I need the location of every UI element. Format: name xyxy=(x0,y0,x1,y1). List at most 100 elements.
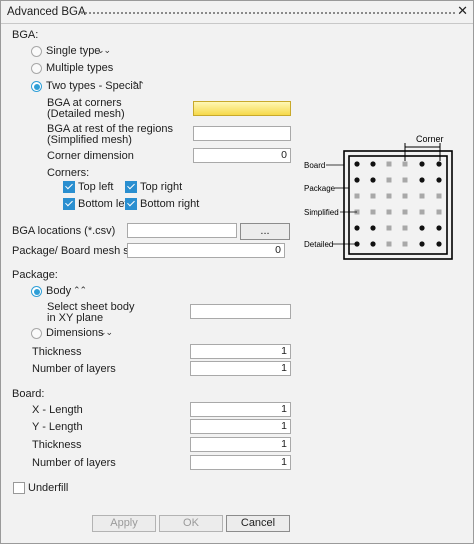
advanced-bga-dialog: Advanced BGA ✕ BGA: Single type ⌄⌄ Multi… xyxy=(0,0,474,544)
detailed-ball xyxy=(436,241,442,247)
ok-button[interactable]: OK xyxy=(159,515,223,532)
bga-locations-label: BGA locations (*.csv) xyxy=(12,225,116,237)
board-x-length-label: X - Length xyxy=(32,404,83,416)
detailed-ball xyxy=(370,225,376,231)
diagram-corner-label: Corner xyxy=(416,134,444,144)
cancel-button[interactable]: Cancel xyxy=(226,515,290,532)
mesh-size-label: Package/ Board mesh size xyxy=(12,245,143,257)
bottom-left-label: Bottom left xyxy=(78,198,131,210)
board-layers-input[interactable]: 1 xyxy=(190,455,291,470)
top-left-checkbox[interactable] xyxy=(63,181,75,193)
single-type-radio[interactable] xyxy=(31,46,42,57)
simplified-ball xyxy=(436,209,442,215)
simplified-ball xyxy=(402,161,408,167)
board-thickness-label: Thickness xyxy=(32,439,82,451)
top-right-label: Top right xyxy=(140,181,183,193)
top-right-checkbox[interactable] xyxy=(125,181,137,193)
detailed-ball xyxy=(354,225,360,231)
package-thickness-label: Thickness xyxy=(32,346,82,358)
diagram-package-label: Package xyxy=(304,184,336,193)
board-layers-label: Number of layers xyxy=(32,457,116,469)
board-section-label: Board: xyxy=(12,388,45,400)
underfill-checkbox[interactable] xyxy=(13,482,25,494)
body-radio[interactable] xyxy=(31,286,42,297)
detailed-ball xyxy=(436,161,442,167)
board-y-length-label: Y - Length xyxy=(32,421,83,433)
board-outline xyxy=(343,150,453,260)
simplified-ball xyxy=(419,193,425,199)
corner-dimension-label: Corner dimension xyxy=(47,150,134,162)
simplified-ball xyxy=(402,177,408,183)
single-type-label: Single type xyxy=(46,45,101,57)
simplified-ball xyxy=(386,241,392,247)
browse-button[interactable]: ... xyxy=(240,223,290,240)
detailed-ball xyxy=(370,161,376,167)
simplified-ball xyxy=(436,193,442,199)
package-layers-label: Number of layers xyxy=(32,363,116,375)
package-layers-input[interactable]: 1 xyxy=(190,361,291,376)
diagram-board-label: Board xyxy=(304,161,325,170)
corner-dimension-input[interactable]: 0 xyxy=(193,148,291,163)
simplified-ball xyxy=(402,241,408,247)
bga-corners-sublabel: (Detailed mesh) xyxy=(47,108,125,120)
detailed-ball xyxy=(436,225,442,231)
close-icon[interactable]: ✕ xyxy=(457,3,468,19)
bga-rest-selector[interactable] xyxy=(193,126,291,141)
simplified-ball xyxy=(386,193,392,199)
bga-diagram: Corner Board Package Simplified Detailed xyxy=(304,134,453,260)
multiple-types-label: Multiple types xyxy=(46,62,114,74)
simplified-ball xyxy=(370,193,376,199)
select-sheet-body-sublabel: in XY plane xyxy=(47,312,104,324)
ball-grid xyxy=(354,161,442,247)
simplified-ball xyxy=(402,193,408,199)
package-thickness-input[interactable]: 1 xyxy=(190,344,291,359)
bottom-right-checkbox[interactable] xyxy=(125,198,137,210)
detailed-ball xyxy=(419,177,425,183)
body-label: Body xyxy=(46,285,72,297)
title-bar[interactable]: Advanced BGA ✕ xyxy=(1,1,473,24)
apply-button[interactable]: Apply xyxy=(92,515,156,532)
dialog-title: Advanced BGA xyxy=(7,6,86,18)
sheet-body-selector[interactable] xyxy=(190,304,291,319)
board-x-length-input[interactable]: 1 xyxy=(190,402,291,417)
detailed-ball xyxy=(436,177,442,183)
dimensions-label: Dimensions xyxy=(46,327,104,339)
title-bar-grip xyxy=(81,12,455,14)
bga-section-label: BGA: xyxy=(12,29,39,41)
simplified-ball xyxy=(354,193,360,199)
two-types-radio[interactable] xyxy=(31,81,42,92)
mesh-size-input[interactable]: 0 xyxy=(127,243,285,258)
simplified-ball xyxy=(402,209,408,215)
dimensions-radio[interactable] xyxy=(31,328,42,339)
chevron-up-icon[interactable]: ⌃⌃ xyxy=(131,80,145,91)
top-left-label: Top left xyxy=(78,181,114,193)
bottom-right-label: Bottom right xyxy=(140,198,200,210)
chevron-down-icon[interactable]: ⌄⌄ xyxy=(97,45,111,56)
board-y-length-input[interactable]: 1 xyxy=(190,419,291,434)
detailed-ball xyxy=(354,161,360,167)
bga-locations-input[interactable] xyxy=(127,223,237,238)
detailed-ball xyxy=(419,225,425,231)
package-outline xyxy=(348,155,448,255)
multiple-types-radio[interactable] xyxy=(31,63,42,74)
simplified-ball xyxy=(386,177,392,183)
underfill-label: Underfill xyxy=(28,482,69,494)
simplified-ball xyxy=(386,161,392,167)
corners-label: Corners: xyxy=(47,167,90,179)
chevron-up-icon[interactable]: ⌃⌃ xyxy=(73,285,87,296)
detailed-ball xyxy=(370,241,376,247)
chevron-down-icon[interactable]: ⌄⌄ xyxy=(99,327,113,338)
bottom-left-checkbox[interactable] xyxy=(63,198,75,210)
corner-dimension-marker xyxy=(404,143,441,161)
diagram-simplified-label: Simplified xyxy=(304,208,339,217)
detailed-ball xyxy=(370,177,376,183)
diagram-detailed-label: Detailed xyxy=(304,240,333,249)
bga-corners-selector[interactable] xyxy=(193,101,291,116)
package-section-label: Package: xyxy=(12,269,58,281)
bga-rest-sublabel: (Simplified mesh) xyxy=(47,134,132,146)
detailed-ball xyxy=(419,241,425,247)
detailed-ball xyxy=(354,177,360,183)
board-thickness-input[interactable]: 1 xyxy=(190,437,291,452)
detailed-ball xyxy=(419,161,425,167)
simplified-ball xyxy=(370,209,376,215)
